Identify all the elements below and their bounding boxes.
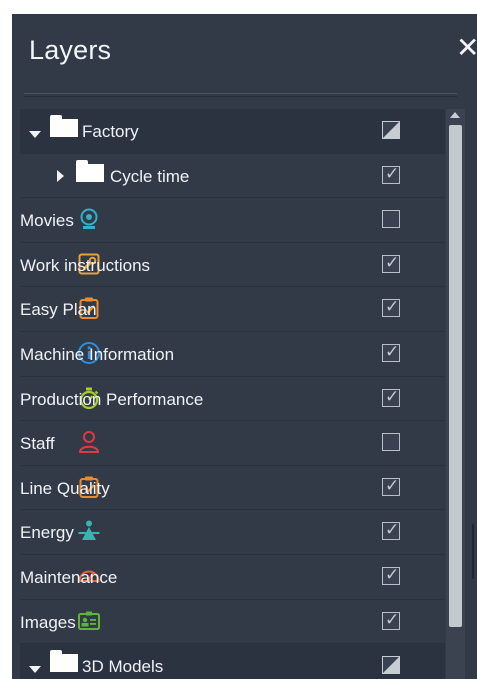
folder-icon: [76, 159, 104, 182]
checkmark-icon: ✓: [385, 341, 400, 361]
scrollbar-thumb[interactable]: [449, 125, 462, 627]
visibility-checkbox[interactable]: ✓: [382, 564, 400, 585]
layer-label: Maintenance: [20, 567, 118, 587]
visibility-checkbox[interactable]: [382, 121, 400, 139]
layer-label: Energy: [20, 523, 74, 543]
id-card-icon: [77, 609, 101, 633]
visibility-checkbox[interactable]: [382, 656, 400, 675]
layer-row-maintenance[interactable]: Maintenance ✓: [20, 555, 445, 600]
visibility-checkbox[interactable]: ✓: [382, 520, 400, 541]
title-divider: [24, 93, 457, 94]
energy-person-icon: [77, 519, 101, 543]
folder-icon: [50, 115, 78, 137]
visibility-checkbox[interactable]: ✓: [382, 609, 400, 630]
visibility-checkbox[interactable]: ✓: [382, 252, 400, 273]
layer-label: Production Performance: [20, 389, 204, 409]
visibility-checkbox[interactable]: [382, 210, 400, 229]
layer-row-line-quality[interactable]: Line Quality ✓: [20, 466, 445, 511]
layer-label: Machine Information: [20, 344, 175, 364]
expand-caret-down-icon[interactable]: [29, 131, 41, 138]
layer-list: Factory Cycle time ✓ Movies Work instruction…: [20, 109, 445, 679]
layer-label: Images: [20, 612, 76, 632]
title-divider-shadow: [24, 96, 457, 97]
visibility-checkbox[interactable]: ✓: [382, 297, 400, 318]
checkmark-icon: ✓: [385, 609, 400, 629]
checkmark-icon: ✓: [385, 297, 400, 317]
layer-row-movies[interactable]: Movies: [20, 198, 445, 243]
checkmark-icon: ✓: [385, 386, 400, 406]
layer-row-staff[interactable]: Staff: [20, 421, 445, 466]
visibility-checkbox[interactable]: ✓: [382, 475, 400, 496]
layer-row-machine-information[interactable]: Machine Information ✓: [20, 332, 445, 377]
layer-label: Movies: [20, 211, 74, 231]
layer-label: Easy Plan: [20, 300, 97, 320]
webcam-icon: [77, 207, 101, 231]
expand-caret-right-icon[interactable]: [57, 169, 64, 182]
checkmark-icon: ✓: [385, 163, 400, 183]
checkmark-icon: ✓: [385, 252, 400, 272]
layer-label: Factory: [82, 122, 139, 141]
person-icon: [77, 430, 101, 454]
layer-label: Work instructions: [20, 255, 151, 275]
folder-icon: [50, 650, 78, 673]
layer-row-energy[interactable]: Energy ✓: [20, 510, 445, 555]
layer-label: 3D Models: [82, 657, 164, 677]
expand-caret-down-icon[interactable]: [29, 666, 41, 674]
scroll-up-arrow-icon[interactable]: [450, 112, 460, 118]
scrollbar[interactable]: [446, 109, 465, 679]
layer-label: Cycle time: [110, 166, 190, 186]
checkmark-icon: ✓: [385, 520, 400, 540]
visibility-checkbox[interactable]: ✓: [382, 163, 400, 184]
layer-label: Line Quality: [20, 478, 110, 498]
layer-label: Staff: [20, 434, 55, 454]
layer-row-images[interactable]: Images ✓: [20, 600, 445, 645]
visibility-checkbox[interactable]: ✓: [382, 341, 400, 362]
layer-row-easy-plan[interactable]: Easy Plan ✓: [20, 287, 445, 332]
checkmark-icon: ✓: [385, 475, 400, 495]
layers-panel: Layers ✕ Factory Cycle time ✓ Movies Work in…: [12, 14, 477, 679]
visibility-checkbox[interactable]: [382, 433, 400, 452]
close-icon[interactable]: ✕: [456, 34, 477, 62]
panel-title: Layers: [29, 35, 112, 65]
layer-row-3d-models[interactable]: 3D Models: [20, 644, 445, 679]
panel-edge-divider: [472, 524, 474, 579]
checkmark-icon: ✓: [385, 564, 400, 584]
layer-row-cycle-time[interactable]: Cycle time ✓: [20, 154, 445, 199]
layer-row-production-performance[interactable]: Production Performance ✓: [20, 377, 445, 422]
layer-row-work-instructions[interactable]: Work instructions ✓: [20, 243, 445, 288]
visibility-checkbox[interactable]: ✓: [382, 386, 400, 407]
layer-row-factory[interactable]: Factory: [20, 109, 445, 154]
